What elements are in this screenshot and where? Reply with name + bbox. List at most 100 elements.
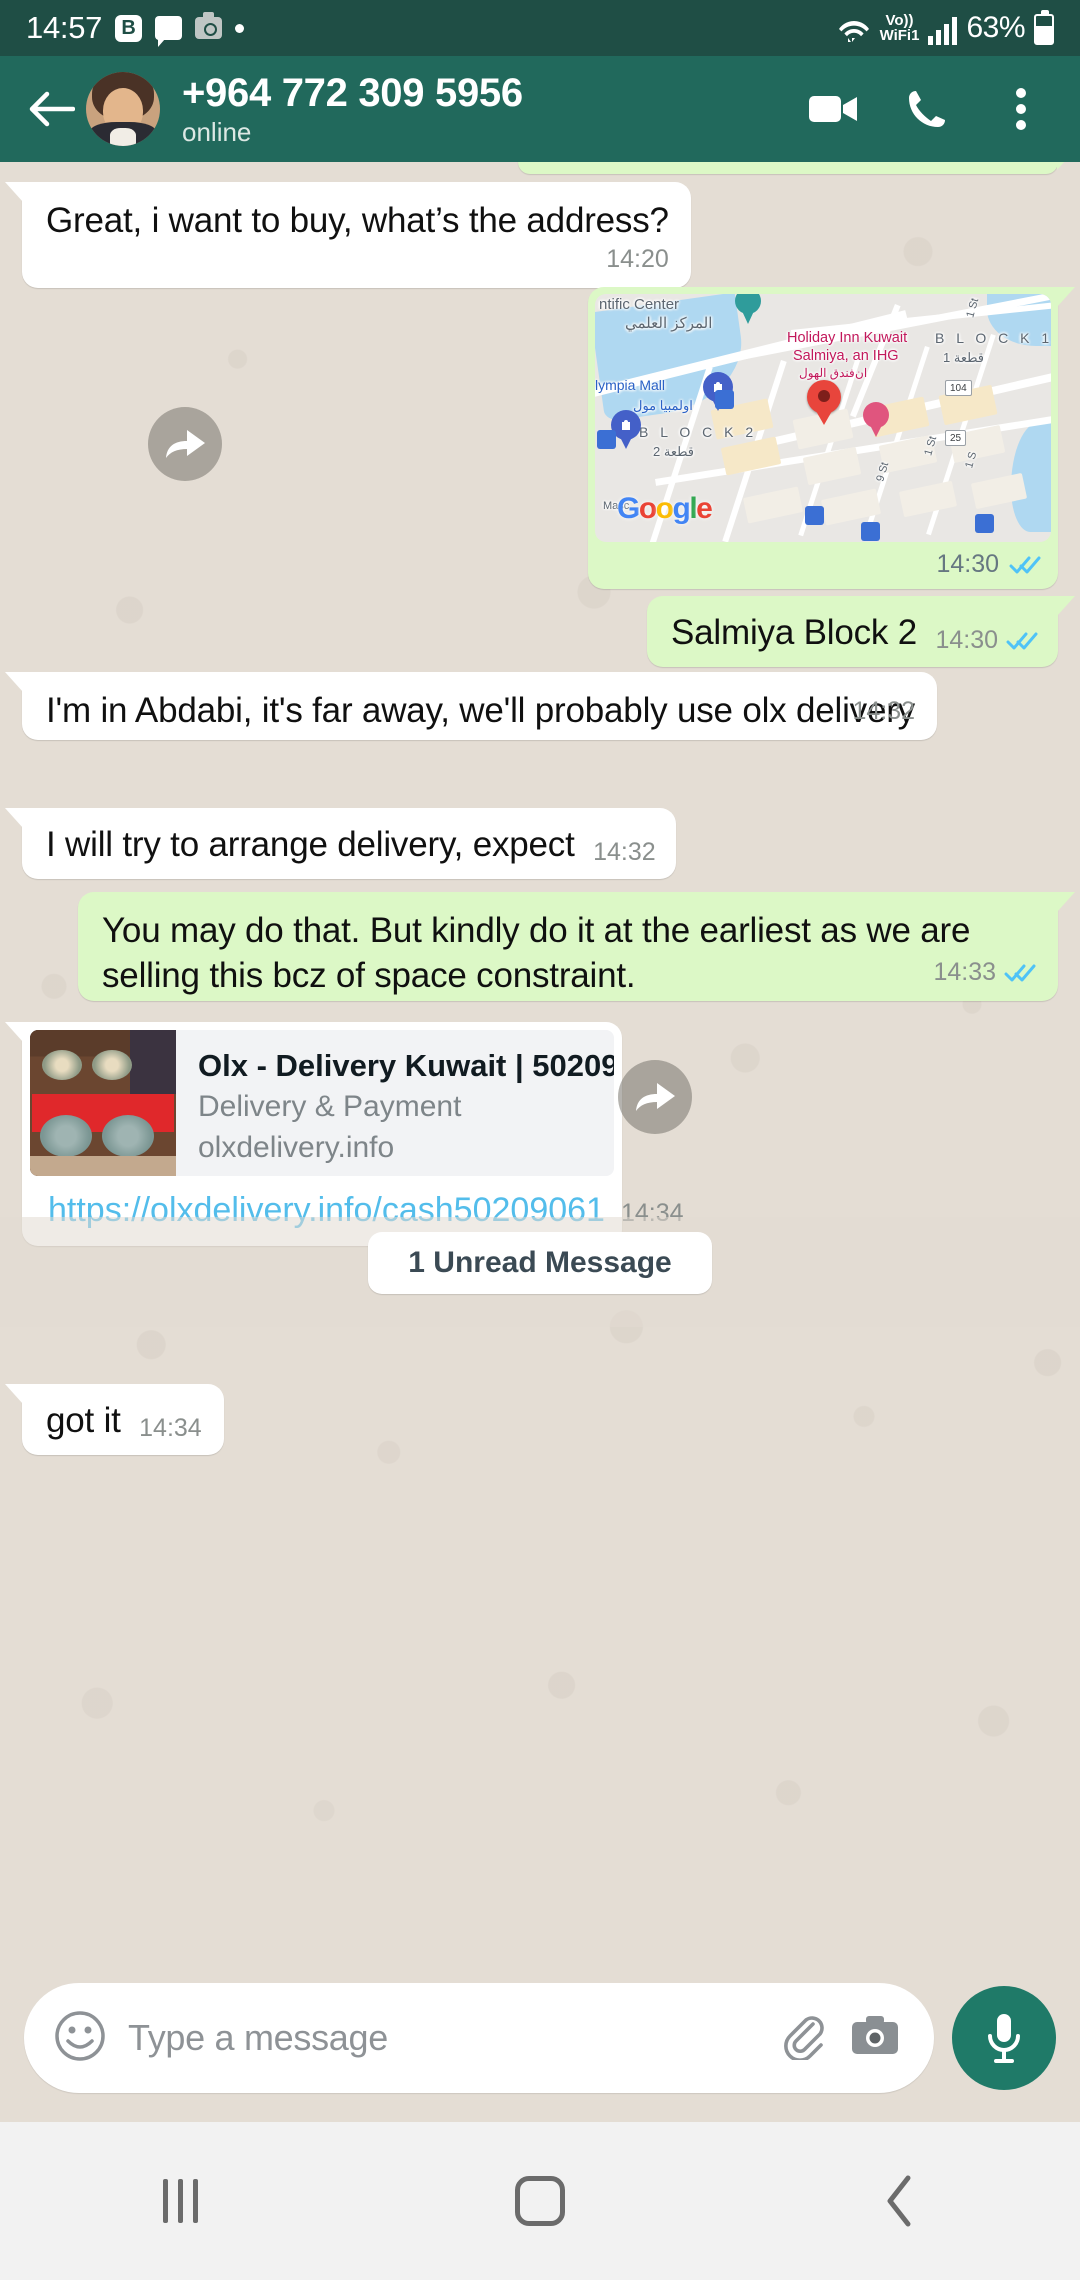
app-bar-actions	[806, 82, 1056, 136]
map-label-holiday-inn-1: Holiday Inn Kuwait	[787, 330, 908, 346]
message-time: 14:33	[933, 958, 996, 986]
read-receipt-icon	[1006, 630, 1038, 652]
message-row[interactable]: Salmiya Block 2 14:30	[22, 596, 1075, 667]
message-time: 14:32	[593, 838, 656, 866]
page-title: +964 772 309 5956	[182, 71, 523, 115]
video-call-icon[interactable]	[806, 82, 860, 136]
presence-status: online	[182, 117, 252, 147]
message-row[interactable]: Great, i want to buy, what’s the address…	[5, 182, 1058, 288]
wifi-icon	[837, 15, 871, 45]
b-badge-icon: B	[115, 14, 143, 42]
chat-app-bar: +964 772 309 5956 online	[0, 56, 1080, 162]
message-bubble-outgoing[interactable]: You may do that. But kindly do it at the…	[78, 892, 1075, 1001]
battery-icon	[1034, 10, 1054, 45]
chat-title-block[interactable]: +964 772 309 5956 online	[182, 70, 523, 148]
message-meta: 14:30	[595, 542, 1051, 589]
avatar[interactable]	[86, 72, 160, 146]
search-input[interactable]: Type a message	[128, 2017, 758, 2059]
message-text: I'm in Abdabi, it's far away, we'll prob…	[46, 691, 915, 730]
map-pin-hotel	[863, 402, 889, 437]
link-title: Olx - Delivery Kuwait | 50209061	[198, 1048, 614, 1083]
map-bus-stop-3	[805, 506, 824, 525]
link-preview-card[interactable]: Olx - Delivery Kuwait | 50209061 Deliver…	[30, 1030, 614, 1176]
message-time: 14:30	[936, 550, 999, 578]
message-bubble-outgoing[interactable]: Salmiya Block 2 14:30	[647, 596, 1075, 667]
message-input-container[interactable]: Type a message	[24, 1983, 934, 2093]
system-navigation-bar	[0, 2122, 1080, 2280]
message-time: 14:34	[139, 1414, 202, 1442]
status-bar-clock: 14:57	[26, 10, 103, 45]
map-label-block1-en: B L O C K 1	[935, 330, 1051, 346]
message-row[interactable]: I'm in Abdabi, it's far away, we'll prob…	[5, 672, 1058, 740]
message-list: Great, i want to buy, what’s the address…	[0, 162, 1080, 1954]
map-bus-stop-1	[715, 390, 734, 409]
map-pin-scientific-center	[735, 294, 761, 324]
map-label-block2-ar: قطعة 2	[653, 444, 694, 459]
map-label-olympia-mall-en: lympia Mall	[595, 377, 666, 393]
map-thumbnail[interactable]: ntific Center المركز العلمي lympia Mall …	[595, 294, 1051, 542]
status-bar-right: Vo)) WiFi1 63%	[837, 10, 1054, 45]
chat-scroll-area[interactable]: Great, i want to buy, what’s the address…	[0, 162, 1080, 1954]
map-label-olympia-mall-ar: اولمبيا مول	[633, 398, 693, 413]
map-label-scientific-center-en: ntific Center	[599, 296, 680, 313]
status-bar: 14:57 B Vo)) WiFi1 63%	[0, 0, 1080, 56]
read-receipt-icon	[1009, 554, 1041, 576]
microphone-icon[interactable]	[952, 1986, 1056, 2090]
map-shield-104: 104	[945, 380, 972, 396]
camera-icon	[195, 12, 223, 39]
map-label-scientific-center-ar: المركز العلمي	[625, 315, 713, 332]
message-bubble-incoming[interactable]: got it 14:34	[5, 1384, 224, 1455]
camera-icon[interactable]	[850, 2014, 900, 2063]
map-bus-stop-4	[861, 522, 880, 541]
read-receipt-icon	[1004, 962, 1036, 984]
forward-message-icon[interactable]	[618, 1060, 692, 1134]
home-button[interactable]	[465, 2151, 615, 2251]
message-input-bar: Type a message	[0, 1954, 1080, 2122]
message-row[interactable]: I will try to arrange delivery, expect 1…	[5, 808, 1058, 879]
paperclip-icon[interactable]	[780, 2012, 828, 2065]
message-time: 14:30	[935, 626, 998, 654]
message-row-partial	[22, 162, 1075, 174]
message-meta: 14:30	[935, 626, 1038, 655]
google-watermark: Google	[617, 492, 713, 525]
message-icon	[155, 16, 183, 47]
message-bubble-incoming[interactable]: Great, i want to buy, what’s the address…	[5, 182, 691, 288]
map-label-holiday-inn-ar2: ان	[855, 366, 868, 380]
message-time: 14:32	[852, 697, 915, 725]
map-label-holiday-inn-2: Salmiya, an IHG	[793, 348, 899, 364]
location-message-bubble[interactable]: ntific Center المركز العلمي lympia Mall …	[588, 287, 1075, 589]
message-row[interactable]: got it 14:34	[5, 1384, 1058, 1455]
back-button[interactable]	[825, 2151, 975, 2251]
battery-percent-label: 63%	[966, 11, 1025, 44]
signal-bars-icon	[928, 17, 958, 45]
overflow-menu-icon[interactable]	[994, 82, 1048, 136]
map-label-block2-en: B L O C K 2	[639, 424, 758, 440]
message-bubble-incoming[interactable]: I will try to arrange delivery, expect 1…	[5, 808, 676, 879]
voice-call-icon[interactable]	[900, 82, 954, 136]
unread-count-label: 1 Unread Message	[368, 1232, 712, 1294]
emoji-icon[interactable]	[54, 2010, 106, 2067]
forward-message-icon[interactable]	[148, 407, 222, 481]
map-bus-stop-2	[597, 430, 616, 449]
map-shield-25: 25	[945, 430, 967, 446]
message-row[interactable]: Olx - Delivery Kuwait | 50209061 Deliver…	[5, 1022, 1058, 1246]
dot-icon	[235, 23, 245, 33]
link-domain: olxdelivery.info	[198, 1131, 395, 1164]
volte-wifi-label: Vo)) WiFi1	[879, 12, 920, 44]
map-label-block1-ar: قطعة 1	[943, 350, 984, 365]
message-bubble-incoming[interactable]: I'm in Abdabi, it's far away, we'll prob…	[5, 672, 937, 740]
partial-bubble	[518, 162, 1075, 174]
link-thumbnail	[30, 1030, 176, 1176]
message-text: got it	[46, 1401, 121, 1440]
unread-divider: 1 Unread Message	[22, 1232, 1058, 1294]
map-pin-destination	[807, 380, 841, 425]
back-arrow-icon[interactable]	[24, 82, 78, 136]
message-row[interactable]: You may do that. But kindly do it at the…	[22, 892, 1075, 1001]
message-time: 14:20	[606, 245, 669, 273]
map-bus-stop-5	[975, 514, 994, 533]
link-description: Delivery & Payment	[198, 1090, 462, 1123]
status-bar-left: 14:57 B	[26, 10, 245, 47]
link-preview-bubble[interactable]: Olx - Delivery Kuwait | 50209061 Deliver…	[5, 1022, 684, 1246]
message-text: I will try to arrange delivery, expect	[46, 825, 575, 864]
recents-button[interactable]	[105, 2151, 255, 2251]
